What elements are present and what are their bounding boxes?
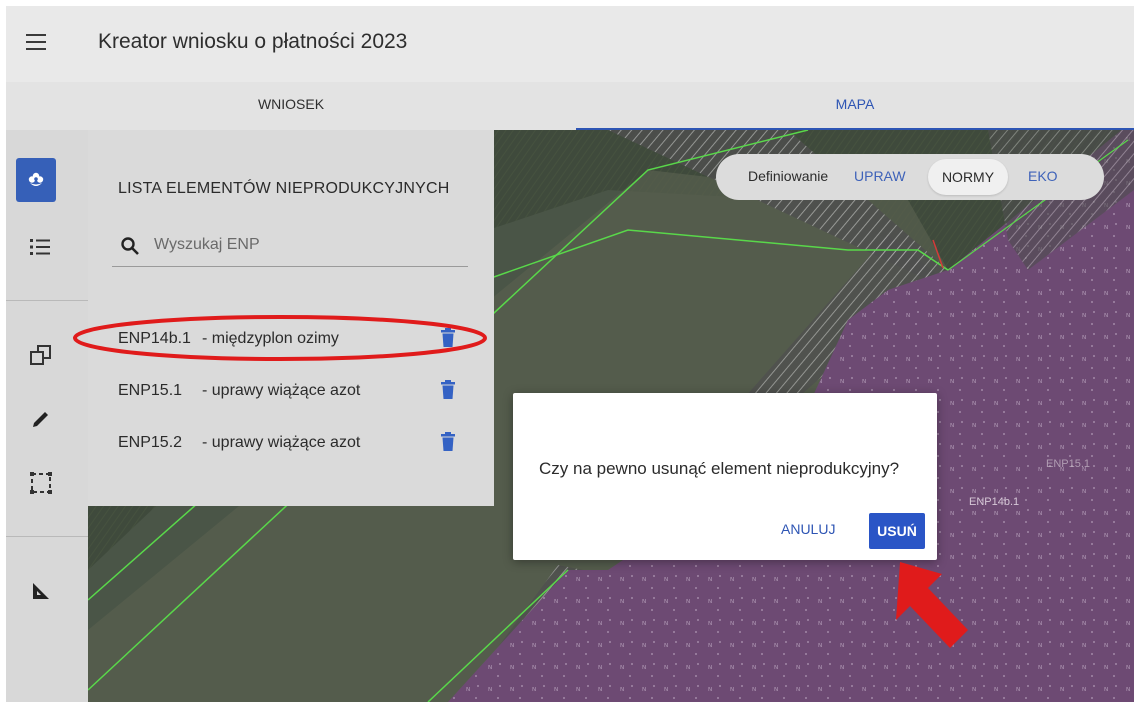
map-parcel-label: ENP15.1 (1046, 458, 1091, 470)
crops-button[interactable] (16, 158, 56, 202)
annotation-arrow (896, 562, 968, 648)
enp-description: - uprawy wiążące azot (202, 434, 361, 451)
cancel-button[interactable]: ANULUJ (781, 521, 835, 537)
edit-button[interactable] (16, 394, 66, 444)
mode-option-upraw[interactable]: UPRAW (854, 168, 906, 184)
tab-wniosek[interactable]: WNIOSEK (6, 82, 576, 130)
flower-icon (28, 172, 44, 186)
app-window: ᴺ (6, 6, 1134, 702)
mode-option-normy[interactable]: NORMY (928, 159, 1008, 195)
mode-switch: Definiowanie UPRAW NORMY EKO (716, 154, 1104, 200)
select-area-icon (30, 472, 52, 494)
toolbar-divider (6, 300, 88, 301)
hamburger-menu-icon[interactable] (26, 34, 46, 50)
dialog-message: Czy na pewno usunąć element nieprodukcyj… (539, 459, 900, 478)
list-item[interactable]: ENP15.2 - uprawy wiążące azot (118, 430, 468, 460)
tab-mapa[interactable]: MAPA (576, 82, 1134, 130)
page-title: Kreator wniosku o płatności 2023 (98, 30, 408, 53)
tab-bar: WNIOSEK MAPA (6, 82, 1134, 130)
pencil-icon (33, 412, 48, 427)
app-header: Kreator wniosku o płatności 2023 (6, 6, 1134, 82)
enp-description: - uprawy wiążące azot (202, 382, 361, 399)
copy-button[interactable] (16, 330, 66, 380)
copy-icon (30, 345, 51, 365)
search-icon (121, 237, 139, 255)
list-icon (30, 239, 50, 255)
enp-code: ENP15.2 (118, 434, 183, 451)
confirm-delete-button[interactable]: USUŃ (869, 513, 925, 549)
enp-code: ENP15.1 (118, 382, 183, 399)
trash-icon[interactable] (440, 432, 456, 452)
list-item[interactable]: ENP15.1 - uprawy wiążące azot (118, 378, 468, 408)
mode-option-eko[interactable]: EKO (1028, 168, 1058, 184)
measure-button[interactable] (16, 566, 66, 616)
trash-icon[interactable] (440, 380, 456, 400)
mode-label: Definiowanie (748, 168, 829, 184)
search-field (112, 230, 468, 267)
list-button[interactable] (16, 222, 66, 272)
map-parcel-label: ENP14b.1 (969, 496, 1020, 508)
panel-title: LISTA ELEMENTÓW NIEPRODUKCYJNYCH (118, 180, 450, 197)
left-toolbar (6, 130, 88, 702)
select-area-button[interactable] (16, 458, 66, 508)
annotation-ellipse (73, 315, 487, 361)
toolbar-divider (6, 536, 88, 537)
confirm-delete-dialog: Czy na pewno usunąć element nieprodukcyj… (513, 393, 937, 560)
ruler-icon (33, 583, 49, 599)
search-input[interactable] (154, 236, 454, 254)
